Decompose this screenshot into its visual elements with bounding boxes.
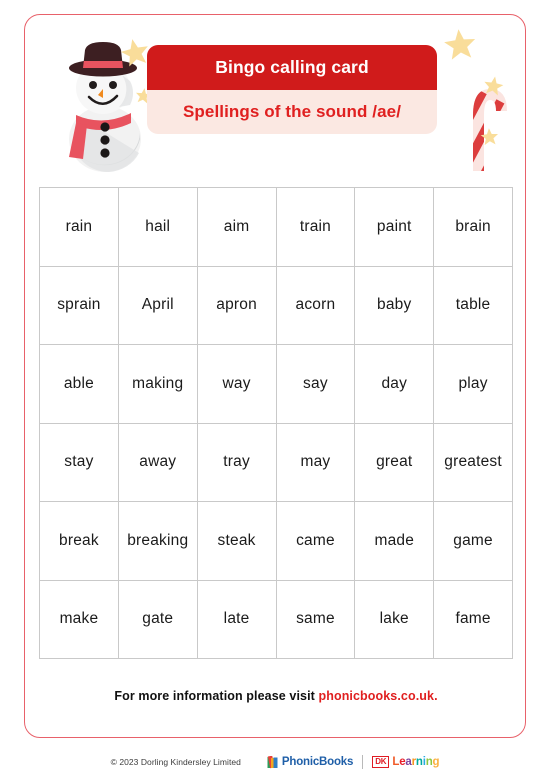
bingo-card: Bingo calling card Spellings of the soun…	[24, 14, 526, 738]
footer-logos: PhonicBooks DK Learning	[267, 755, 440, 769]
bingo-cell[interactable]: table	[434, 266, 513, 345]
bingo-cell[interactable]: great	[355, 423, 435, 502]
bingo-cell[interactable]: day	[355, 345, 435, 424]
bingo-cell[interactable]: greatest	[434, 423, 513, 502]
bingo-cell[interactable]: sprain	[40, 266, 119, 345]
dk-badge: DK	[372, 756, 390, 768]
bingo-cell[interactable]: paint	[355, 188, 435, 267]
banner-subtitle: Spellings of the sound /ae/	[147, 89, 437, 134]
bingo-cell[interactable]: fame	[434, 580, 513, 659]
page-footer: © 2023 Dorling Kindersley Limited Phonic…	[0, 746, 550, 778]
more-info-note: For more information please visit phonic…	[25, 689, 527, 703]
bingo-word-grid: rain hail aim train paint brain sprain April apr…	[39, 187, 513, 659]
title-banner: Bingo calling card Spellings of the soun…	[147, 45, 437, 134]
bingo-cell[interactable]: brain	[434, 188, 513, 267]
bingo-cell[interactable]: lake	[355, 580, 435, 659]
bingo-cell[interactable]: baby	[355, 266, 435, 345]
bingo-cell[interactable]: apron	[197, 266, 277, 345]
bingo-cell[interactable]: hail	[118, 188, 198, 267]
star-icon	[484, 76, 504, 96]
bingo-cell[interactable]: make	[40, 580, 119, 659]
star-icon	[480, 128, 499, 146]
bingo-cell[interactable]: say	[276, 345, 356, 424]
phonicbooks-wordmark: PhonicBooks	[281, 756, 354, 768]
dk-letter: n	[415, 756, 423, 768]
bingo-cell[interactable]: made	[355, 502, 435, 581]
bingo-cell[interactable]: able	[40, 345, 119, 424]
bingo-cell[interactable]: breaking	[118, 502, 198, 581]
more-info-text: For more information please visit	[114, 689, 319, 703]
bingo-cell[interactable]: train	[276, 188, 356, 267]
bingo-cell[interactable]: acorn	[276, 266, 356, 345]
bingo-cell[interactable]: rain	[40, 188, 119, 267]
bingo-cell[interactable]: break	[40, 502, 119, 581]
bingo-cell[interactable]: late	[197, 580, 277, 659]
dk-learning-wordmark: Learning	[392, 756, 439, 768]
logo-divider	[362, 755, 364, 769]
bingo-cell[interactable]: play	[434, 345, 513, 424]
bingo-cell[interactable]: gate	[118, 580, 198, 659]
banner-title: Bingo calling card	[147, 45, 437, 90]
dk-letter: g	[432, 756, 440, 768]
bingo-cell[interactable]: stay	[40, 423, 119, 502]
bingo-cell[interactable]: aim	[197, 188, 277, 267]
card-header: Bingo calling card Spellings of the soun…	[25, 15, 527, 175]
bingo-cell[interactable]: way	[197, 345, 277, 424]
star-icon	[444, 29, 476, 60]
bingo-cell[interactable]: came	[276, 502, 356, 581]
phonicbooks-logo[interactable]: PhonicBooks	[267, 755, 354, 769]
copyright-text: © 2023 Dorling Kindersley Limited	[110, 757, 241, 767]
bingo-cell[interactable]: tray	[197, 423, 277, 502]
bingo-cell[interactable]: may	[276, 423, 356, 502]
phonicbooks-mark-icon	[267, 755, 278, 768]
dk-learning-logo[interactable]: DK Learning	[372, 756, 440, 768]
bingo-cell[interactable]: steak	[197, 502, 277, 581]
bingo-cell[interactable]: same	[276, 580, 356, 659]
bingo-cell[interactable]: game	[434, 502, 513, 581]
bingo-cell[interactable]: making	[118, 345, 198, 424]
bingo-cell[interactable]: away	[118, 423, 198, 502]
website-link[interactable]: phonicbooks.co.uk.	[318, 689, 437, 703]
dk-letter: n	[425, 756, 433, 768]
bingo-cell[interactable]: April	[118, 266, 198, 345]
